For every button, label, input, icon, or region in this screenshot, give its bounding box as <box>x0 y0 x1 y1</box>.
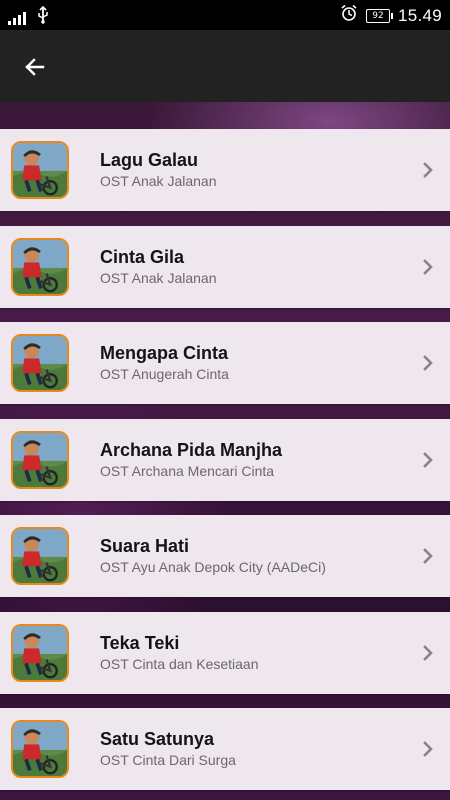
chevron-right-icon <box>418 739 438 759</box>
chevron-right-icon <box>418 257 438 277</box>
list-item[interactable]: Suara Hati OST Ayu Anak Depok City (AADe… <box>0 515 450 597</box>
content-background: Lagu Galau OST Anak Jalanan Cinta Gila O… <box>0 102 450 800</box>
list-item[interactable]: Satu Satunya OST Cinta Dari Surga <box>0 708 450 790</box>
song-title: Mengapa Cinta <box>100 343 229 363</box>
song-thumbnail <box>11 141 69 199</box>
song-subtitle: OST Anugerah Cinta <box>100 366 229 382</box>
clock: 15.49 <box>397 5 442 25</box>
arrow-left-icon <box>25 58 45 76</box>
song-subtitle: OST Archana Mencari Cinta <box>100 462 275 479</box>
list-item[interactable]: Lagu Galau OST Anak Jalanan <box>0 129 450 211</box>
song-thumbnail <box>11 720 69 778</box>
chevron-right-icon <box>418 546 438 566</box>
status-bar: 92 15.49 <box>0 0 450 30</box>
song-subtitle: OST Anak Jalanan <box>100 269 217 286</box>
song-title: Cinta Gila <box>100 246 185 267</box>
song-thumbnail <box>11 623 69 682</box>
back-button[interactable] <box>16 48 54 86</box>
song-subtitle: OST Anak Jalanan <box>100 173 217 189</box>
signal-icon <box>8 11 26 25</box>
chevron-right-icon <box>418 450 438 470</box>
battery-icon: 92 <box>365 8 393 23</box>
list-item[interactable]: Teka Teki OST Cinta dan Kesetiaan <box>0 611 450 694</box>
song-title: Lagu Galau <box>100 150 199 170</box>
usb-icon <box>36 5 50 29</box>
app-bar <box>0 30 450 102</box>
chevron-right-icon <box>418 643 438 663</box>
list-item[interactable]: Cinta Gila OST Anak Jalanan <box>0 225 450 308</box>
alarm-icon <box>340 4 358 27</box>
song-thumbnail <box>11 334 69 392</box>
song-subtitle: OST Ayu Anak Depok City (AADeCi) <box>100 559 326 575</box>
song-subtitle: OST Cinta Dari Surga <box>100 752 236 768</box>
song-title: Suara Hati <box>100 536 190 556</box>
song-title: Archana Pida Manjha <box>100 439 283 460</box>
song-title: Teka Teki <box>100 632 180 653</box>
song-subtitle: OST Cinta dan Kesetiaan <box>100 655 259 672</box>
song-thumbnail <box>11 527 69 585</box>
list-item[interactable]: Archana Pida Manjha OST Archana Mencari … <box>0 418 450 501</box>
song-thumbnail <box>11 430 69 489</box>
chevron-right-icon <box>418 353 438 373</box>
status-left <box>8 5 50 29</box>
status-right: 92 15.49 <box>340 4 442 27</box>
song-list: Lagu Galau OST Anak Jalanan Cinta Gila O… <box>0 129 450 800</box>
chevron-right-icon <box>418 160 438 180</box>
song-thumbnail <box>11 237 69 296</box>
song-title: Satu Satunya <box>100 729 215 749</box>
list-item[interactable]: Mengapa Cinta OST Anugerah Cinta <box>0 322 450 404</box>
